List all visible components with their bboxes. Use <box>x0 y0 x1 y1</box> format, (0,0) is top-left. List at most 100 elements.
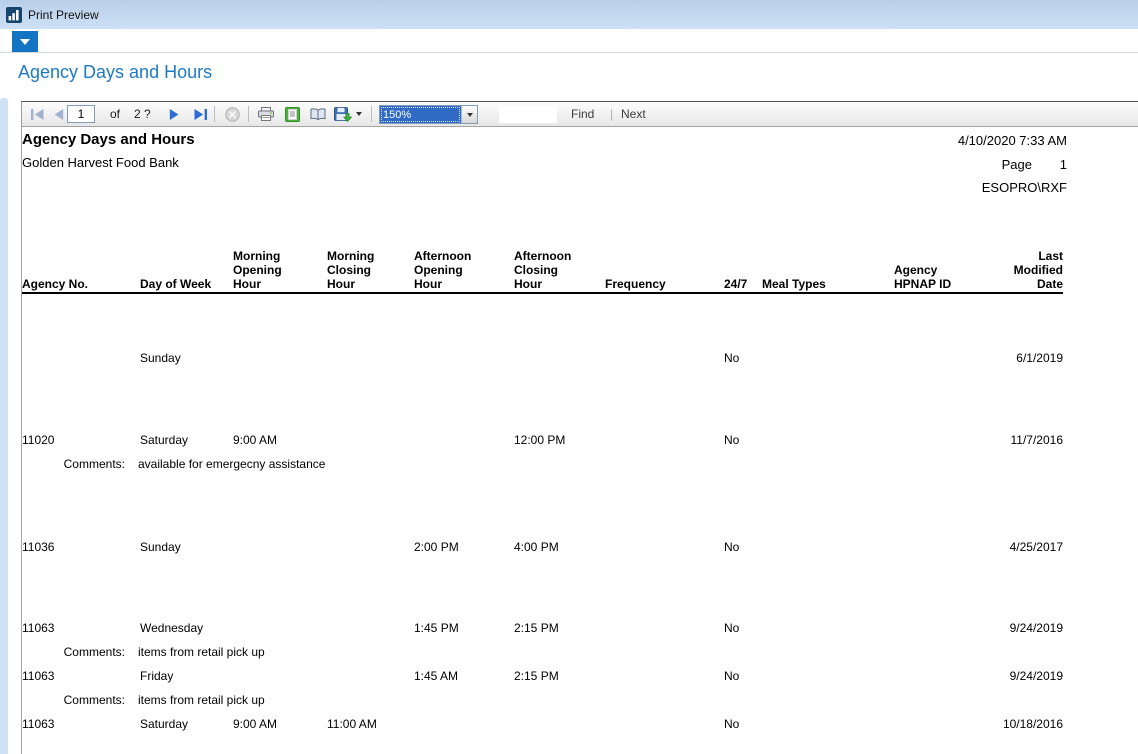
page-setup-button[interactable] <box>307 103 329 125</box>
col-header-day-of-week: Day of Week <box>140 277 211 291</box>
comments-row: Comments: available for emergecny assist… <box>0 457 1138 471</box>
first-page-icon <box>31 109 44 120</box>
find-button[interactable]: Find <box>571 102 594 126</box>
cell-afternoon-closing: 2:15 PM <box>514 669 559 683</box>
cell-day-of-week: Friday <box>140 669 173 683</box>
cell-afternoon-opening: 2:00 PM <box>414 540 459 554</box>
table-row: 11063 Wednesday 1:45 PM 2:15 PM No 9/24/… <box>0 621 1138 635</box>
total-pages-label: 2 ? <box>134 102 151 126</box>
cell-agency-no: 11020 <box>22 433 54 447</box>
zoom-select[interactable]: 150% <box>379 105 478 124</box>
report-viewer-toolbar: of 2 ? <box>21 101 1138 127</box>
cancel-rendering-button[interactable] <box>221 103 243 125</box>
table-row: 11063 Saturday 9:00 AM 11:00 AM No 10/18… <box>0 717 1138 731</box>
cell-24-7: No <box>724 621 739 635</box>
cell-afternoon-opening: 1:45 AM <box>414 669 458 683</box>
cell-24-7: No <box>724 717 739 731</box>
cell-afternoon-closing: 4:00 PM <box>514 540 559 554</box>
col-header-afternoon-opening: Afternoon Opening Hour <box>414 249 471 291</box>
col-header-agency-hpnap-id: Agency HPNAP ID <box>894 263 951 291</box>
print-layout-button[interactable] <box>281 103 303 125</box>
report-page-label: Page <box>1002 157 1032 172</box>
comments-label: Comments: <box>57 645 125 659</box>
cell-last-modified: 9/24/2019 <box>1010 621 1063 635</box>
cell-afternoon-closing: 2:15 PM <box>514 621 559 635</box>
cell-agency-no: 11063 <box>22 621 54 635</box>
chevron-down-icon <box>467 113 473 117</box>
table-row: 11036 Sunday 2:00 PM 4:00 PM No 4/25/201… <box>0 540 1138 554</box>
menu-row <box>0 29 1138 53</box>
cell-24-7: No <box>724 540 739 554</box>
export-button[interactable] <box>332 103 364 125</box>
table-row: Sunday No 6/1/2019 <box>0 351 1138 365</box>
current-page-input[interactable] <box>67 105 95 123</box>
printer-icon <box>258 107 274 121</box>
header-underline <box>22 292 1063 294</box>
report-title: Agency Days and Hours <box>22 131 195 148</box>
next-page-button[interactable] <box>163 103 185 125</box>
col-header-agency-no: Agency No. <box>22 277 88 291</box>
comments-row: Comments: items from retail pick up <box>0 645 1138 659</box>
cell-afternoon-closing: 12:00 PM <box>514 433 565 447</box>
find-next-separator: | <box>610 102 613 126</box>
app-menu-dropdown-button[interactable] <box>12 31 38 52</box>
cell-day-of-week: Saturday <box>140 717 188 731</box>
first-page-button[interactable] <box>26 103 48 125</box>
cell-last-modified: 4/25/2017 <box>1010 540 1063 554</box>
cell-agency-no: 11036 <box>22 540 54 554</box>
col-header-last-modified: Last Modified Date <box>1014 249 1063 291</box>
report-page-number: 1 <box>1060 157 1067 172</box>
cell-morning-closing: 11:00 AM <box>327 717 377 731</box>
col-header-morning-opening: Morning Opening Hour <box>233 249 282 291</box>
cell-agency-no: 11063 <box>22 717 54 731</box>
next-page-icon <box>169 109 179 120</box>
comments-row: Comments: items from retail pick up <box>0 693 1138 707</box>
window-titlebar: Print Preview <box>0 0 1138 29</box>
print-preview-window: Print Preview Agency Days and Hours of 2… <box>0 0 1138 754</box>
find-next-button[interactable]: Next <box>621 102 646 126</box>
of-label: of <box>110 102 120 126</box>
col-header-24-7: 24/7 <box>724 277 747 291</box>
comments-value: available for emergecny assistance <box>138 457 325 471</box>
window-title: Print Preview <box>28 8 99 22</box>
report-datetime: 4/10/2020 7:33 AM <box>958 133 1067 148</box>
cell-day-of-week: Sunday <box>140 540 181 554</box>
print-layout-icon <box>285 107 300 122</box>
cell-last-modified: 6/1/2019 <box>1016 351 1063 365</box>
cell-afternoon-opening: 1:45 PM <box>414 621 459 635</box>
comments-value: items from retail pick up <box>138 693 265 707</box>
col-header-afternoon-closing: Afternoon Closing Hour <box>514 249 571 291</box>
report-subtitle: Golden Harvest Food Bank <box>22 155 179 170</box>
print-button[interactable] <box>255 103 277 125</box>
col-header-frequency: Frequency <box>605 277 666 291</box>
cell-morning-opening: 9:00 AM <box>233 433 277 447</box>
cell-24-7: No <box>724 351 739 365</box>
cell-morning-opening: 9:00 AM <box>233 717 277 731</box>
cancel-icon <box>225 107 240 122</box>
cell-agency-no: 11063 <box>22 669 54 683</box>
page-title: Agency Days and Hours <box>18 62 212 83</box>
zoom-selected-value: 150% <box>380 106 461 123</box>
cell-day-of-week: Sunday <box>140 351 181 365</box>
last-page-icon <box>194 109 207 120</box>
last-page-button[interactable] <box>189 103 211 125</box>
comments-label: Comments: <box>57 693 125 707</box>
col-header-meal-types: Meal Types <box>762 277 826 291</box>
comments-value: items from retail pick up <box>138 645 265 659</box>
find-text-input[interactable] <box>499 106 557 123</box>
cell-last-modified: 9/24/2019 <box>1010 669 1063 683</box>
table-row: 11020 Saturday 9:00 AM 12:00 PM No 11/7/… <box>0 433 1138 447</box>
zoom-dropdown-button[interactable] <box>461 106 477 123</box>
cell-last-modified: 10/18/2016 <box>1003 717 1063 731</box>
page-setup-book-icon <box>310 108 326 121</box>
report-username: ESOPRO\RXF <box>982 180 1067 195</box>
cell-last-modified: 11/7/2016 <box>1011 433 1064 447</box>
export-save-icon <box>334 107 353 122</box>
cell-24-7: No <box>724 669 739 683</box>
col-header-morning-closing: Morning Closing Hour <box>327 249 374 291</box>
export-dropdown-arrow-icon <box>356 112 362 116</box>
cell-day-of-week: Wednesday <box>140 621 203 635</box>
table-row: 11063 Friday 1:45 AM 2:15 PM No 9/24/201… <box>0 669 1138 683</box>
previous-page-icon <box>54 109 64 120</box>
chevron-down-icon <box>20 39 30 45</box>
